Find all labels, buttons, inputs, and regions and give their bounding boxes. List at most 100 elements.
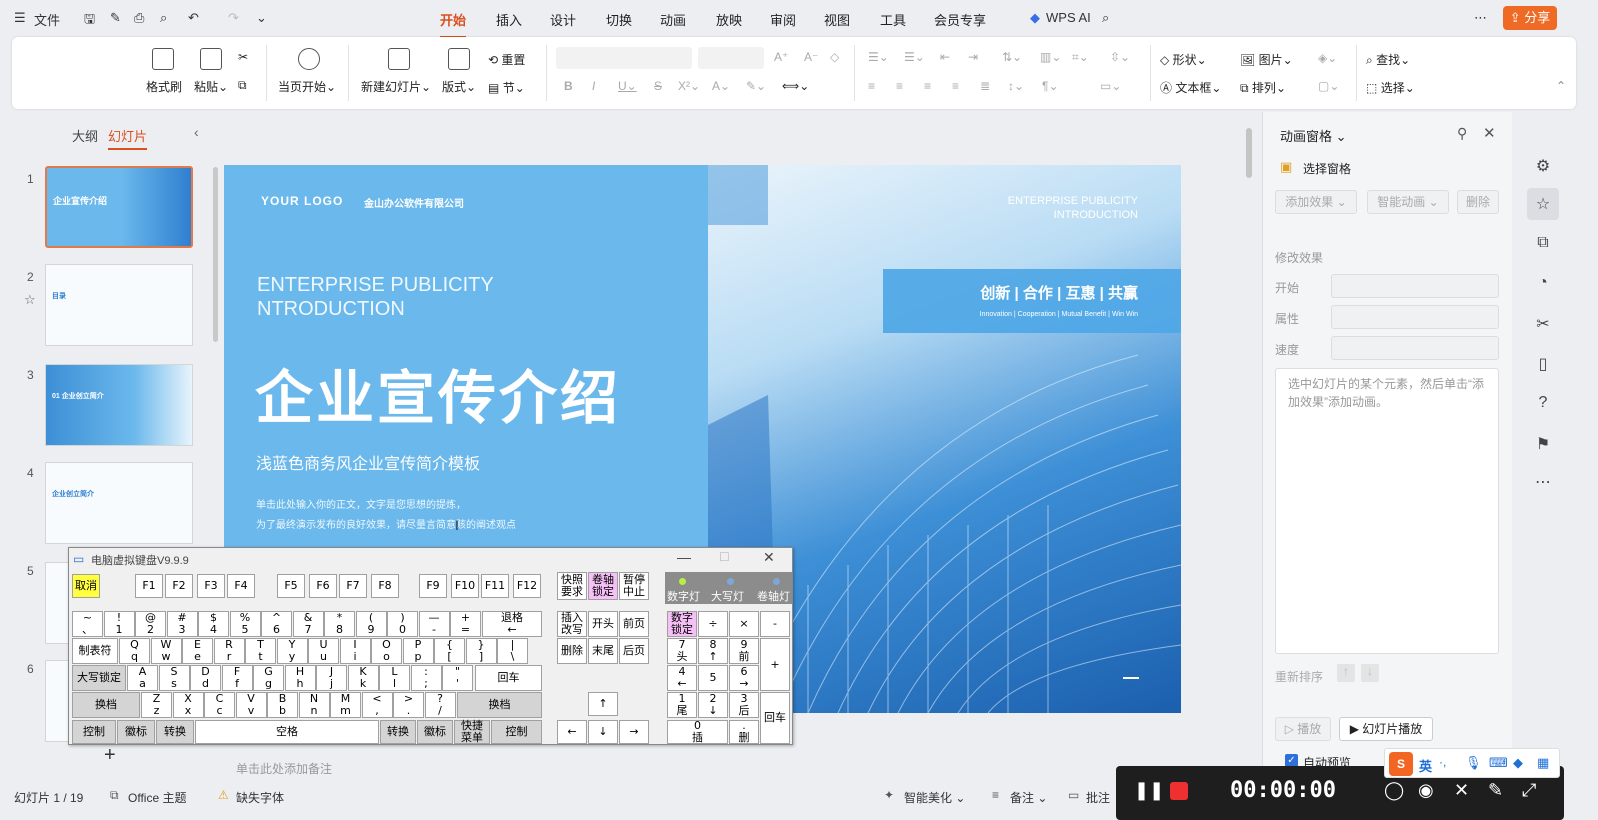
font-name-select[interactable] xyxy=(556,47,692,69)
canvas-scrollbar[interactable] xyxy=(1246,128,1252,178)
num-dot-key[interactable]: .删 xyxy=(729,720,759,744)
paste-button[interactable]: 粘贴⌄ xyxy=(194,78,228,95)
textbox-button[interactable]: Ⓐ 文本框⌄ xyxy=(1160,79,1221,96)
missing-font[interactable]: 缺失字体 xyxy=(236,789,284,806)
highlight-icon[interactable]: ✎⌄ xyxy=(746,79,766,93)
search-icon[interactable]: ⌕ xyxy=(1102,10,1109,26)
print-icon[interactable]: ⎙ xyxy=(134,10,144,26)
numlock-key[interactable]: 数字 锁定 xyxy=(667,611,697,637)
num-enter-key[interactable]: 回车 xyxy=(760,692,790,744)
slide-thumbnail[interactable]: 企业创立简介 xyxy=(45,462,193,544)
justify-icon[interactable]: ≡ xyxy=(952,79,959,93)
settings-sliders-icon[interactable]: ⚙ xyxy=(1533,156,1553,176)
fullscreen-icon[interactable]: ⤢ xyxy=(1522,780,1536,801)
find-button[interactable]: ⌕ 查找⌄ xyxy=(1366,51,1410,68)
scroll-lock-key[interactable]: 卷轴 锁定 xyxy=(588,572,618,600)
key-row1-7[interactable]: & 7 xyxy=(292,611,324,637)
move-up-icon[interactable]: ↑ xyxy=(1337,664,1355,682)
space-key[interactable]: 空格 xyxy=(195,720,379,744)
ime-toolbar[interactable]: S 英 ·, 🎙 ⌨ ◆ ▦ xyxy=(1384,748,1560,778)
num1-key[interactable]: 1尾 xyxy=(667,692,697,718)
copy-icon[interactable]: ⧉ xyxy=(1533,234,1553,254)
menu-key[interactable]: 快捷 菜单 xyxy=(454,720,490,744)
pane-title[interactable]: 动画窗格 ⌄ xyxy=(1280,126,1347,145)
close-icon[interactable]: ✕ xyxy=(1483,124,1496,142)
undo-icon[interactable]: ↶ xyxy=(188,10,199,26)
key-row1-8[interactable]: * 8 xyxy=(324,611,355,637)
reset-button[interactable]: ⟲ 重置 xyxy=(488,51,525,68)
numbered-list-icon[interactable]: ☰⌄ xyxy=(904,50,925,64)
key-row2-9[interactable]: Pp xyxy=(402,638,434,664)
smart-animation-button[interactable]: 智能动画 ⌄ xyxy=(1367,190,1449,214)
key-row1-12[interactable]: + = xyxy=(450,611,481,637)
key-row4-5[interactable]: Nn xyxy=(298,692,330,718)
slide-thumbnail[interactable]: 目录 xyxy=(45,264,193,346)
animation-list[interactable]: 选中幻灯片的某个元素，然后单击“添加效果”添加动画。 xyxy=(1275,368,1499,654)
minimize-icon[interactable]: — xyxy=(677,549,691,565)
tools-icon[interactable]: ✂ xyxy=(1533,314,1553,334)
smart-beautify-button[interactable]: 智能美化 ⌄ xyxy=(904,789,965,806)
strike-icon[interactable]: S xyxy=(654,79,662,93)
section-button[interactable]: ▤ 节⌄ xyxy=(488,79,525,96)
home-key[interactable]: 开头 xyxy=(588,611,618,637)
right-shift-key[interactable]: 换档 xyxy=(457,692,542,718)
num-subtract-key[interactable]: - xyxy=(760,611,790,637)
decrease-font-icon[interactable]: A⁻ xyxy=(804,50,818,64)
virtual-keyboard-window[interactable]: ▭ 电脑虚拟键盘V9.9.9 — ☐ ✕ 取消 F1 F2 F3 F4 F5 F6 F7 F8 F… xyxy=(68,547,793,745)
tab-key[interactable]: 制表符 xyxy=(72,638,118,664)
f9-key[interactable]: F9 xyxy=(419,574,447,598)
key-row1-2[interactable]: @2 xyxy=(135,611,166,637)
key-row2-10[interactable]: {[ xyxy=(434,638,465,664)
more-icon[interactable]: ⋯ xyxy=(1474,10,1487,26)
play-button[interactable]: ▷ 播放 xyxy=(1275,717,1331,741)
key-row4-0[interactable]: Zz xyxy=(141,692,172,718)
move-down-icon[interactable]: ↓ xyxy=(1361,664,1379,682)
num-multiply-key[interactable]: × xyxy=(729,611,759,637)
star-icon[interactable]: ☆ xyxy=(24,292,36,308)
save-icon[interactable]: 🖫 xyxy=(84,10,95,32)
key-row4-9[interactable]: ? / xyxy=(424,692,456,718)
key-row3-2[interactable]: Dd xyxy=(190,665,221,691)
tab-9[interactable]: 工具 xyxy=(880,10,906,29)
f1-key[interactable]: F1 xyxy=(135,574,163,598)
num9-key[interactable]: 9前 xyxy=(729,638,759,664)
menu-icon[interactable]: ☰ xyxy=(14,10,26,26)
key-row2-11[interactable]: }] xyxy=(465,638,497,664)
record-region-icon[interactable]: ◯ xyxy=(1384,780,1404,801)
select-pane-link[interactable]: 选择窗格 xyxy=(1303,160,1351,177)
key-row4-7[interactable]: <, xyxy=(361,692,393,718)
pin-icon[interactable]: ⚲ xyxy=(1457,125,1467,142)
key-row3-0[interactable]: Aa xyxy=(127,665,158,691)
num7-key[interactable]: 7头 xyxy=(667,638,697,664)
tab-8[interactable]: 视图 xyxy=(824,10,850,29)
collapse-panel-icon[interactable]: ‹ xyxy=(194,124,199,140)
key-row4-8[interactable]: >. xyxy=(393,692,424,718)
key-row1-0[interactable]: ~、 xyxy=(72,611,103,637)
num2-key[interactable]: 2 ↓ xyxy=(698,692,728,718)
stop-icon[interactable] xyxy=(1170,782,1188,800)
convert-icon[interactable]: ⌗⌄ xyxy=(1072,50,1089,65)
paragraph-icon[interactable]: ¶⌄ xyxy=(1042,79,1059,93)
f6-key[interactable]: F6 xyxy=(309,574,337,598)
copy-icon[interactable]: ⧉ xyxy=(238,78,247,93)
scrollbar[interactable] xyxy=(213,167,218,342)
redo-icon[interactable]: ↷ xyxy=(228,10,239,26)
align-left-icon[interactable]: ≡ xyxy=(868,79,875,93)
layout-button[interactable]: 版式⌄ xyxy=(442,78,476,95)
key-row4-4[interactable]: Bb xyxy=(267,692,298,718)
chevron-down-icon[interactable]: ⌄ xyxy=(256,10,267,26)
line-spacing-icon[interactable]: ↕⌄ xyxy=(1008,79,1024,93)
chart-icon[interactable]: ◔ xyxy=(1533,274,1553,294)
tab-10[interactable]: 会员专享 xyxy=(934,10,986,29)
arrange-button[interactable]: ⧉ 排列⌄ xyxy=(1240,79,1286,96)
start-select[interactable] xyxy=(1331,274,1499,298)
end-key[interactable]: 末尾 xyxy=(588,638,618,664)
indent-decrease-icon[interactable]: ⇤ xyxy=(940,50,950,64)
key-row3-8[interactable]: Ll xyxy=(379,665,410,691)
f5-key[interactable]: F5 xyxy=(277,574,305,598)
tab-4[interactable]: 切换 xyxy=(606,10,632,29)
key-row4-1[interactable]: Xx xyxy=(172,692,204,718)
subscript-icon[interactable]: X²⌄ xyxy=(678,79,700,93)
key-row1-3[interactable]: #3 xyxy=(166,611,198,637)
text-direction-icon[interactable]: ⇅⌄ xyxy=(1002,50,1022,64)
